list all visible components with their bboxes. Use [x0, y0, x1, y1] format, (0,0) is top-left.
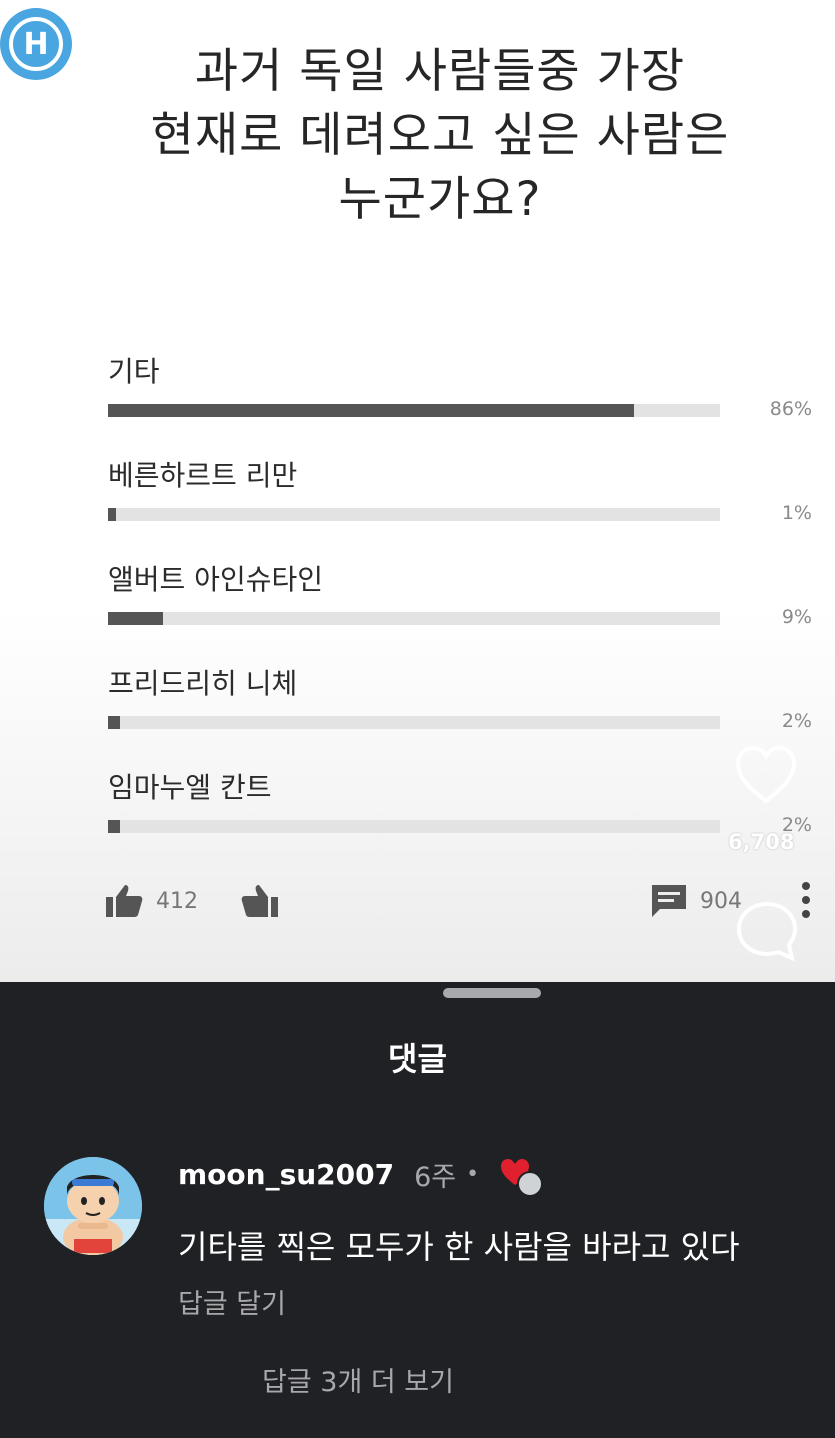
comments-sheet: 댓글 moon_su2007 6주 • 기타를 찍은 모두가 한 사람을 바라고… — [0, 982, 835, 1438]
poll-option[interactable]: 앨버트 아인슈타인 9% — [108, 558, 820, 648]
view-more-replies-button[interactable]: 답글 3개 더 보기 — [262, 1360, 454, 1399]
sheet-title: 댓글 — [388, 1040, 447, 1078]
poll-option[interactable]: 프리드리히 니체 2% — [108, 662, 820, 752]
poll-option-label: 기타 — [108, 355, 160, 388]
poll-bar-track — [108, 716, 720, 729]
heart-outline-icon[interactable] — [734, 745, 798, 805]
comment-count-button[interactable]: 904 — [650, 878, 742, 924]
poll-bar-fill — [108, 612, 164, 625]
reply-button[interactable]: 답글 달기 — [178, 1282, 286, 1321]
creator-mini-avatar — [517, 1171, 544, 1197]
poll-bar-fill — [108, 716, 121, 729]
comment-meta: moon_su2007 6주 • — [178, 1154, 544, 1197]
poll-option-percent: 86% — [769, 398, 812, 420]
poll-option[interactable]: 임마누엘 칸트 2% — [108, 766, 820, 856]
avatar[interactable] — [44, 1157, 142, 1255]
comment-icon — [652, 885, 686, 917]
comment-username[interactable]: moon_su2007 — [178, 1158, 394, 1191]
poll-bar-fill — [108, 508, 116, 521]
poll-option-percent: 2% — [781, 710, 812, 732]
poll-card: H 과거 독일 사람들중 가장 현재로 데려오고 싶은 사람은 누군가요? 기타… — [0, 0, 835, 982]
poll-option[interactable]: 기타 86% — [108, 350, 820, 440]
avatar-image — [44, 1157, 142, 1255]
poll-bar-fill — [108, 820, 121, 833]
like-count: 412 — [156, 888, 198, 914]
sheet-drag-handle[interactable] — [443, 988, 541, 998]
poll-bar-track — [108, 820, 720, 833]
thumbs-down-icon — [241, 885, 278, 917]
poll-option-percent: 9% — [781, 606, 812, 628]
poll-option[interactable]: 베른하르트 리만 1% — [108, 454, 820, 544]
creator-liked-badge — [499, 1157, 544, 1197]
poll-option-label: 임마누엘 칸트 — [108, 771, 272, 804]
thumbs-up-icon — [106, 885, 143, 917]
overlay-like-count: 6,708 — [728, 830, 795, 854]
logo-letter: H — [9, 17, 63, 71]
chat-bubble-icon[interactable] — [734, 900, 800, 962]
meta-separator: • — [466, 1161, 480, 1187]
comment-text: 기타를 찍은 모두가 한 사람을 바라고 있다 — [178, 1228, 740, 1266]
poll-option-label: 프리드리히 니체 — [108, 667, 298, 700]
poll-question: 과거 독일 사람들중 가장 현재로 데려오고 싶은 사람은 누군가요? — [150, 44, 730, 227]
poll-bar-track — [108, 508, 720, 521]
poll-option-label: 앨버트 아인슈타인 — [108, 563, 323, 596]
like-button[interactable]: 412 — [104, 878, 198, 924]
poll-option-percent: 1% — [781, 502, 812, 524]
dislike-button[interactable] — [240, 878, 292, 924]
poll-bar-track — [108, 404, 720, 417]
poll-option-label: 베른하르트 리만 — [108, 459, 298, 492]
comment-time: 6주 — [414, 1161, 457, 1193]
app-screen: H 과거 독일 사람들중 가장 현재로 데려오고 싶은 사람은 누군가요? 기타… — [0, 0, 835, 1438]
poll-bar-track — [108, 612, 720, 625]
more-options-icon[interactable] — [796, 880, 816, 920]
poll-bar-fill — [108, 404, 635, 417]
poll-stats-row: 412 904 — [104, 878, 824, 928]
